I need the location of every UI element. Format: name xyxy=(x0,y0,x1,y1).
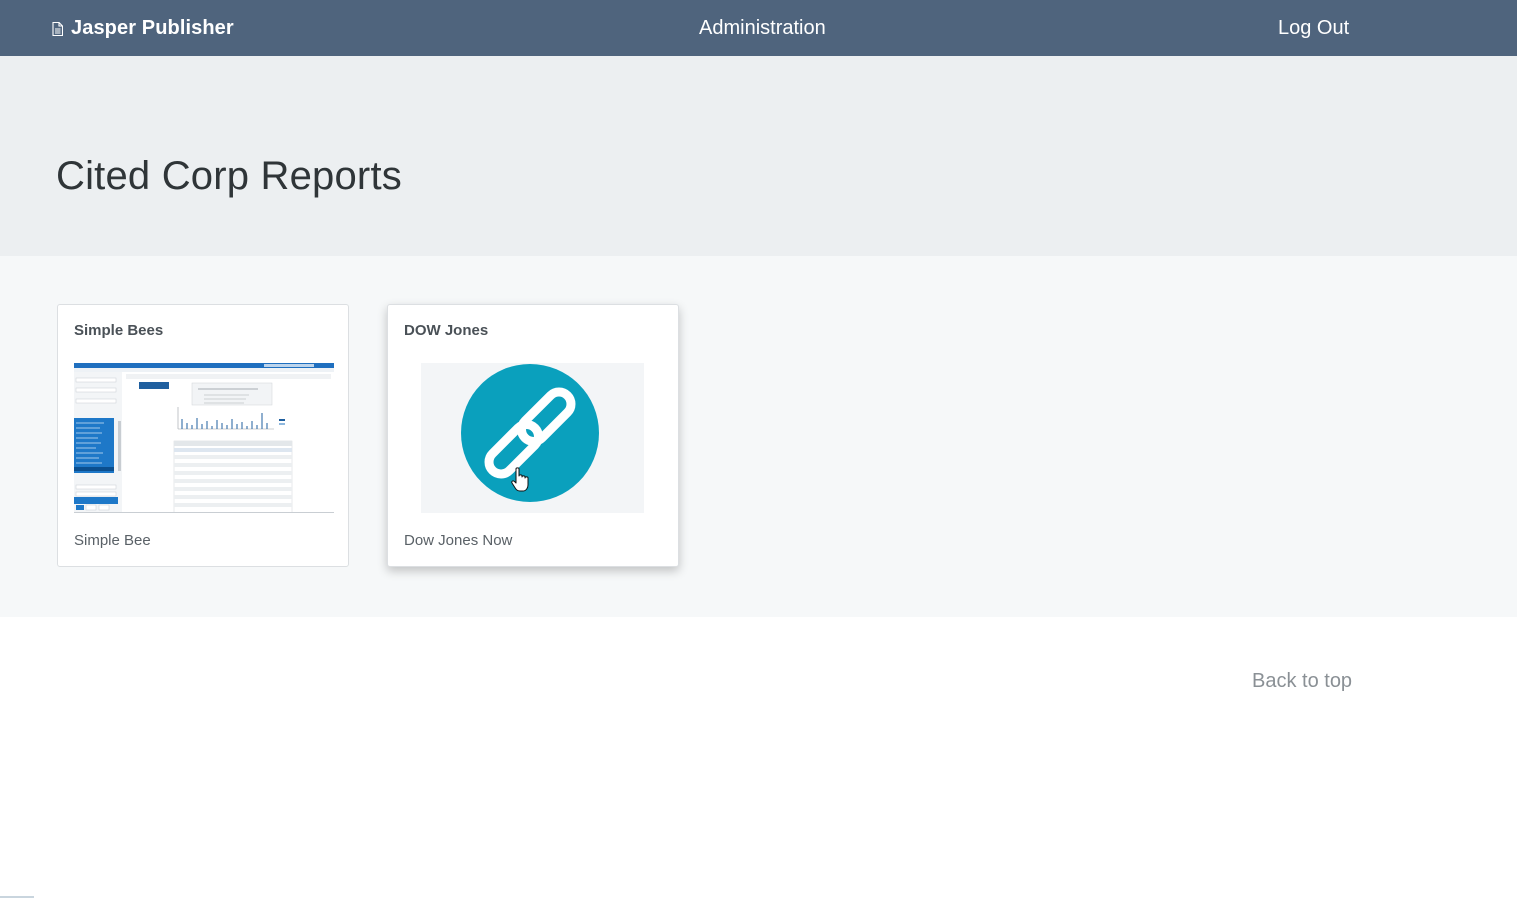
card-description: Dow Jones Now xyxy=(404,532,513,549)
report-screenshot-thumbnail[interactable] xyxy=(74,363,334,513)
report-card-simple-bees[interactable]: Simple Bees Simple Bee xyxy=(57,304,349,567)
scroll-indicator xyxy=(0,896,34,898)
document-icon xyxy=(52,21,63,36)
logout-link[interactable]: Log Out xyxy=(1278,17,1349,40)
card-description: Simple Bee xyxy=(74,532,151,549)
back-to-top-link[interactable]: Back to top xyxy=(1252,670,1352,693)
card-title: DOW Jones xyxy=(404,322,489,339)
report-card-dow-jones[interactable]: DOW Jones Dow Jones Now xyxy=(387,304,679,567)
link-icon xyxy=(461,364,599,502)
page-title: Cited Corp Reports xyxy=(56,154,402,198)
top-navbar: Jasper Publisher Administration Log Out xyxy=(0,0,1517,56)
page-header: Cited Corp Reports xyxy=(0,56,1517,256)
link-thumbnail[interactable] xyxy=(404,363,664,513)
card-title: Simple Bees xyxy=(74,322,164,339)
brand-link[interactable]: Jasper Publisher xyxy=(52,17,234,40)
brand-label: Jasper Publisher xyxy=(71,17,234,39)
administration-link[interactable]: Administration xyxy=(699,17,826,40)
report-grid: Simple Bees Simple Bee DOW Jones Dow Jon… xyxy=(0,256,1517,617)
